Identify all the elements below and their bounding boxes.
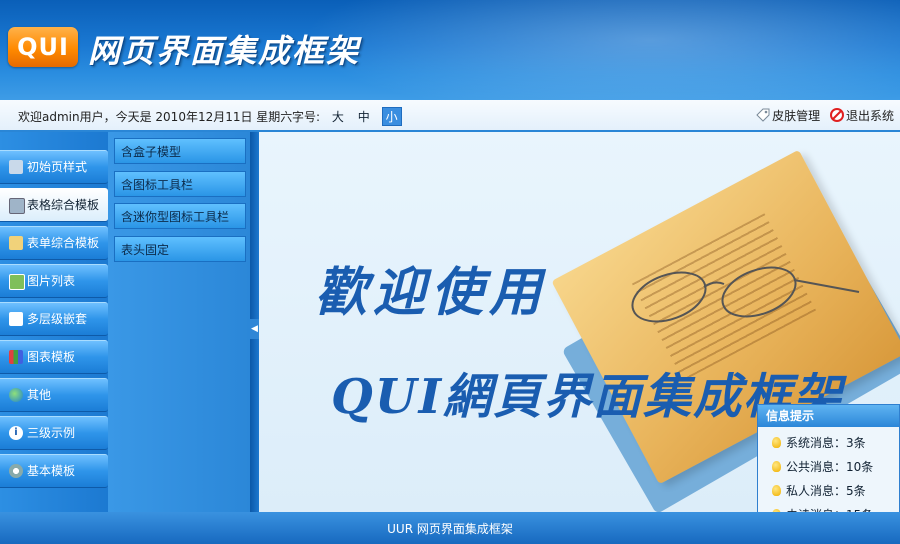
nav-item-label: 初始页样式 [27,160,88,174]
info-item-label: 私人消息：5条 [786,484,866,498]
app-title: 网页界面集成框架 [88,32,361,70]
nav-item-label: 表格综合模板 [27,198,100,212]
form-edit-icon [9,236,23,250]
info-panel-title: 信息提示 [758,405,899,427]
logout-label: 退出系统 [845,109,894,123]
sub-item-mini-icon-toolbar[interactable]: 含迷你型图标工具栏 [114,203,246,229]
sidebar-splitter[interactable]: ◀ [250,132,259,512]
nav-item-initial-style[interactable]: 初始页样式 [0,150,108,184]
info-icon: i [9,426,23,440]
welcome-heading: 歡迎使用 [315,262,548,323]
sub-menu: 含盒子模型 含图标工具栏 含迷你型图标工具栏 表头固定 [108,132,250,512]
glasses-decoration [631,266,860,323]
info-bar: 欢迎admin用户，今天是 2010年12月11日 星期六 字号: 大 中 小 … [0,100,900,132]
nav-item-label: 图片列表 [27,274,76,288]
header-banner: QUI 网页界面集成框架 [0,0,900,100]
nav-item-table-template[interactable]: 表格综合模板 [0,188,108,222]
nav-item-other[interactable]: 其他 [0,378,108,412]
nav-item-three-level[interactable]: i 三级示例 [0,416,108,450]
sub-item-fixed-header[interactable]: 表头固定 [114,236,246,262]
info-item-label: 系统消息：3条 [786,436,866,450]
nav-item-form-template[interactable]: 表单综合模板 [0,226,108,260]
lightbulb-icon [772,485,781,496]
nav-item-label: 基本模板 [27,464,76,478]
info-item-public[interactable]: 公共消息：10条 [758,455,899,479]
nav-item-multilevel[interactable]: 多层级嵌套 [0,302,108,336]
header-decoration [300,0,900,100]
font-size-label: 字号: [292,110,321,124]
welcome-text: 欢迎admin用户，今天是 2010年12月11日 星期六 [18,110,293,124]
logout-link[interactable]: 退出系统 [829,108,894,123]
document-icon [9,312,23,326]
gear-icon [9,464,23,478]
nav-item-label: 多层级嵌套 [27,312,88,326]
footer: UUR 网页界面集成框架 [0,512,900,544]
nav-item-label: 表单综合模板 [27,236,100,250]
sub-item-box-model[interactable]: 含盒子模型 [114,138,246,164]
collapse-sidebar-icon[interactable]: ◀ [250,319,259,339]
font-size-medium-button[interactable]: 中 [356,108,372,125]
lightbulb-icon [772,461,781,472]
skin-manage-label: 皮肤管理 [772,109,821,123]
tag-icon [9,160,23,174]
left-nav: 初始页样式 表格综合模板 表单综合模板 图片列表 多层级嵌套 图表模板 其他 i… [0,132,108,512]
header-links: 皮肤管理 退出系统 [750,107,894,124]
nav-item-chart-template[interactable]: 图表模板 [0,340,108,374]
nav-item-image-list[interactable]: 图片列表 [0,264,108,298]
logo-badge: QUI [8,27,78,67]
font-size-large-button[interactable]: 大 [330,108,346,125]
globe-icon [9,388,23,402]
nav-item-label: 其他 [27,388,52,402]
tag-icon [756,108,770,122]
sub-item-icon-toolbar[interactable]: 含图标工具栏 [114,171,246,197]
bar-chart-icon [9,350,23,364]
no-entry-icon [829,108,844,122]
lightbulb-icon [772,437,781,448]
nav-item-label: 三级示例 [27,426,76,440]
table-icon [9,198,25,214]
font-size-small-button[interactable]: 小 [381,107,402,126]
footer-text: UUR 网页界面集成框架 [387,522,513,536]
image-icon [9,274,25,290]
info-item-private[interactable]: 私人消息：5条 [758,479,899,503]
info-item-system[interactable]: 系统消息：3条 [758,431,899,455]
nav-item-label: 图表模板 [27,350,76,364]
info-item-label: 公共消息：10条 [786,460,874,474]
font-size-selector: 字号: 大 中 小 [292,107,402,126]
skin-manage-link[interactable]: 皮肤管理 [756,108,824,123]
nav-item-basic-template[interactable]: 基本模板 [0,454,108,488]
